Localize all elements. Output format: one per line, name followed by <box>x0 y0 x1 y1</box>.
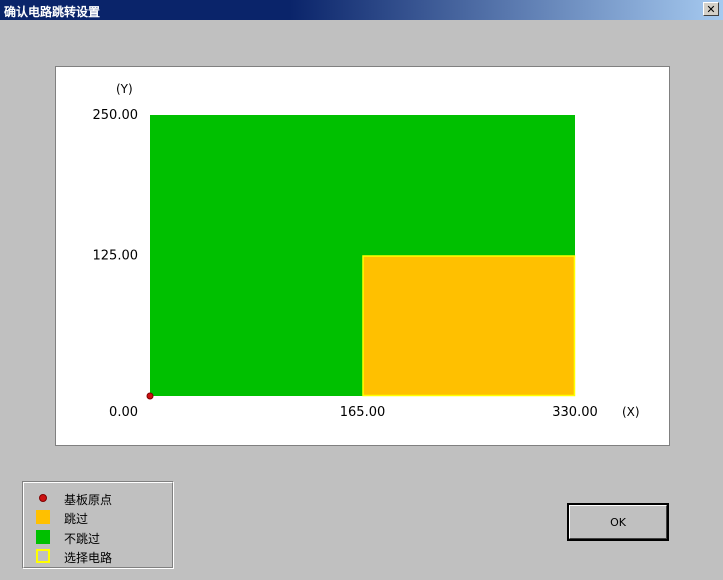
legend-label: 跳过 <box>64 512 89 526</box>
y-tick-label: 125.00 <box>93 249 139 264</box>
origin-marker <box>146 392 154 400</box>
yellow-outline-square-icon <box>36 549 50 563</box>
ok-button[interactable]: OK <box>567 503 669 541</box>
legend-item-origin: 基板原点 <box>36 489 166 507</box>
ok-button-label: OK <box>610 515 626 529</box>
orange-square-icon <box>36 510 50 524</box>
legend-label: 不跳过 <box>64 532 101 546</box>
legend-item-skip: 跳过 <box>36 508 166 526</box>
y-tick-label: 0.00 <box>109 405 138 420</box>
x-tick-label: 165.00 <box>340 405 386 420</box>
legend-label: 基板原点 <box>64 493 113 507</box>
legend: 基板原点 跳过 不跳过 选择电路 <box>22 481 174 569</box>
skip-region <box>362 255 576 397</box>
window-title: 确认电路跳转设置 <box>4 5 101 19</box>
chart-panel: (Y) (X) 0.00 125.00 250.00 165.00 330.00 <box>55 66 670 446</box>
red-dot-icon <box>39 494 47 502</box>
y-tick-label: 250.00 <box>93 108 139 123</box>
board-chart: (Y) (X) 0.00 125.00 250.00 165.00 330.00 <box>93 82 640 420</box>
legend-label: 选择电路 <box>64 551 113 565</box>
close-button[interactable]: ✕ <box>703 2 719 16</box>
close-icon: ✕ <box>706 2 716 16</box>
legend-item-noskip: 不跳过 <box>36 528 166 546</box>
x-axis-label: (X) <box>622 405 640 419</box>
y-axis-label: (Y) <box>116 82 133 96</box>
x-tick-label: 330.00 <box>552 405 598 420</box>
green-square-icon <box>36 530 50 544</box>
title-bar: 确认电路跳转设置 ✕ <box>0 0 723 20</box>
legend-item-select: 选择电路 <box>36 547 166 565</box>
